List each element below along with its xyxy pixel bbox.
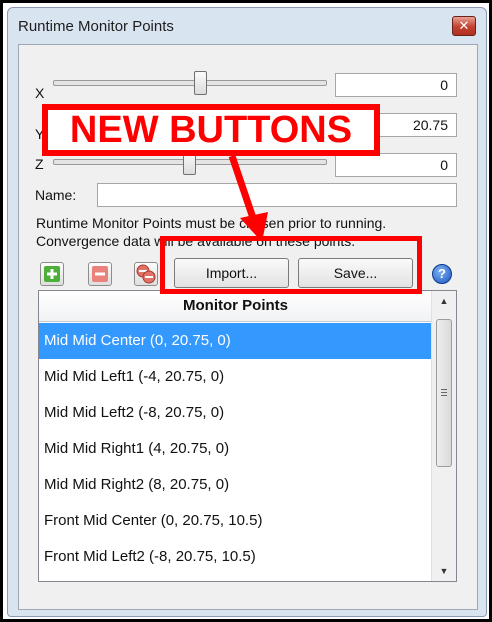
x-slider-thumb[interactable] bbox=[194, 71, 207, 95]
grip-line bbox=[441, 392, 447, 393]
x-label: X bbox=[35, 85, 45, 101]
z-label: Z bbox=[35, 156, 44, 172]
title-bar[interactable]: Runtime Monitor Points ✕ bbox=[8, 8, 486, 42]
list-item[interactable]: Mid Mid Center (0, 20.75, 0) bbox=[39, 323, 432, 359]
remove-all-icon bbox=[136, 264, 156, 284]
scroll-thumb[interactable] bbox=[436, 319, 452, 467]
list-item[interactable]: Mid Mid Left1 (-4, 20.75, 0) bbox=[39, 359, 432, 395]
close-icon: ✕ bbox=[458, 18, 470, 33]
list-header-monitor-points[interactable]: Monitor Points bbox=[39, 291, 432, 322]
grip-line bbox=[441, 395, 447, 396]
monitor-points-list[interactable]: Monitor Points Mid Mid Center (0, 20.75,… bbox=[38, 290, 457, 582]
minus-icon bbox=[92, 266, 108, 282]
list-item[interactable]: Front Mid Left2 (-8, 20.75, 10.5) bbox=[39, 539, 432, 575]
list-item[interactable]: Mid Mid Left2 (-8, 20.75, 0) bbox=[39, 395, 432, 431]
x-value-input[interactable] bbox=[335, 73, 457, 97]
list-scrollbar[interactable]: ▲ ▼ bbox=[431, 291, 456, 581]
dialog-window: Runtime Monitor Points ✕ X Y Z Name: bbox=[7, 7, 487, 617]
z-value-input[interactable] bbox=[335, 153, 457, 177]
list-item[interactable]: Front Mid Center (0, 20.75, 10.5) bbox=[39, 503, 432, 539]
close-button[interactable]: ✕ bbox=[452, 16, 476, 36]
plus-icon bbox=[44, 266, 60, 282]
name-label: Name: bbox=[35, 187, 77, 203]
help-icon[interactable]: ? bbox=[432, 264, 452, 284]
grip-line bbox=[441, 389, 447, 390]
list-rows: Mid Mid Center (0, 20.75, 0) Mid Mid Lef… bbox=[39, 323, 432, 575]
window-title: Runtime Monitor Points bbox=[18, 18, 174, 35]
x-slider-track[interactable] bbox=[53, 80, 327, 86]
scroll-down-icon[interactable]: ▼ bbox=[432, 561, 456, 581]
list-item[interactable]: Mid Mid Right2 (8, 20.75, 0) bbox=[39, 467, 432, 503]
remove-point-button[interactable] bbox=[88, 262, 112, 286]
screenshot-frame: Runtime Monitor Points ✕ X Y Z Name: bbox=[0, 0, 492, 622]
add-point-button[interactable] bbox=[40, 262, 64, 286]
remove-all-points-button[interactable] bbox=[134, 262, 158, 286]
annotation-highlight-box bbox=[160, 236, 422, 294]
list-item[interactable]: Mid Mid Right1 (4, 20.75, 0) bbox=[39, 431, 432, 467]
scroll-up-icon[interactable]: ▲ bbox=[432, 291, 456, 311]
note-line-1: Runtime Monitor Points must be chosen pr… bbox=[36, 215, 387, 231]
annotation-label: NEW BUTTONS bbox=[42, 104, 380, 156]
name-input[interactable] bbox=[97, 183, 457, 207]
